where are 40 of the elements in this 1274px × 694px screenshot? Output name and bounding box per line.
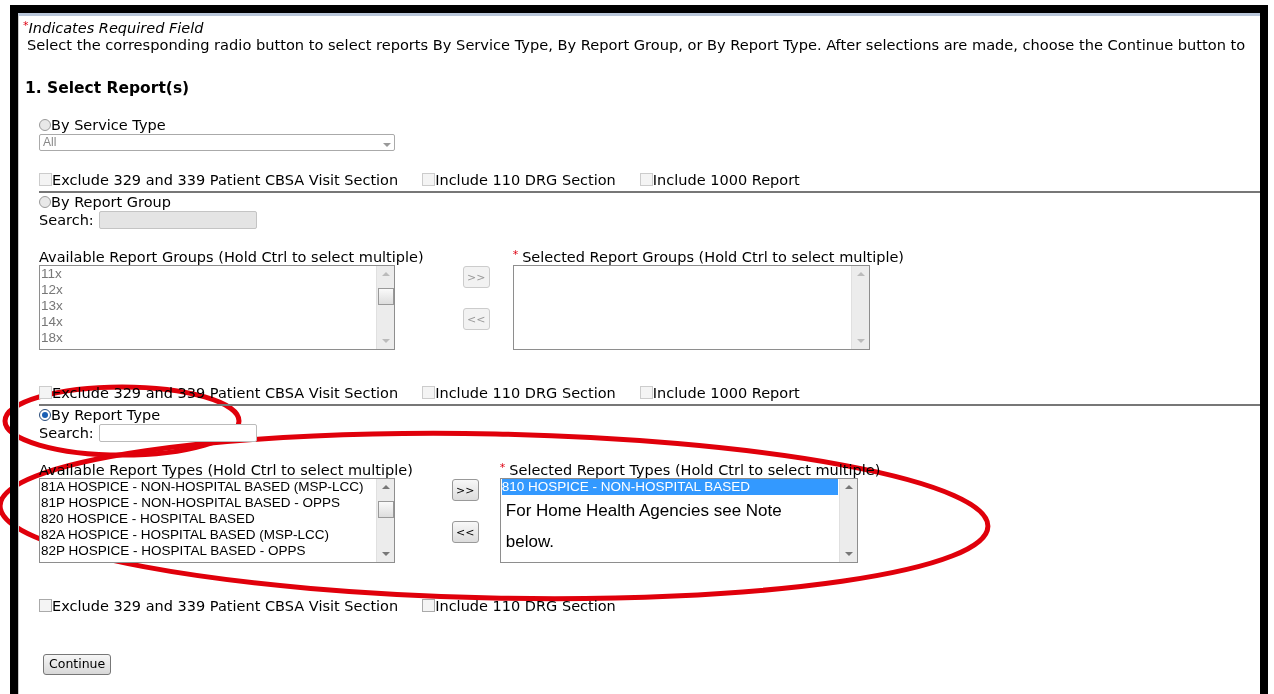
radio-label: By Report Type	[51, 406, 161, 424]
required-marker: *	[499, 462, 506, 477]
list-option[interactable]: 81A HOSPICE - NON-HOSPITAL BASED (MSP-LCC)	[41, 479, 375, 496]
list-option[interactable]: 82A HOSPICE - HOSPITAL BASED (MSP-LCC)	[41, 527, 375, 544]
scrollbar[interactable]	[850, 266, 869, 350]
required-note: Indicates Required Field	[28, 20, 204, 37]
search-field[interactable]	[98, 424, 257, 443]
checkbox-label: Include 1000 Report	[652, 171, 800, 189]
checkbox-label: Include 110 DRG Section	[435, 384, 616, 402]
listbox-label: Available Report Groups (Hold Ctrl to select multiple)	[39, 249, 424, 266]
note-text: For Home Health Agencies see Note below.	[504, 500, 783, 554]
scrollbar[interactable]	[376, 266, 394, 350]
radio-button[interactable]	[39, 409, 51, 422]
report-listbox[interactable]: 810 HOSPICE - NON-HOSPITAL BASED For Home Health Agencies see Note below.	[499, 478, 858, 564]
add-button[interactable]: >>	[451, 479, 479, 502]
checkbox[interactable]	[422, 599, 436, 613]
list-option[interactable]: 82P HOSPICE - HOSPITAL BASED - OPPS	[41, 543, 375, 560]
report-listbox[interactable]: 81A HOSPICE - NON-HOSPITAL BASED (MSP-LCC) 81P HOSPICE - NON-HOSPITAL BASED - OPPS 820 HOSPICE - HOSPITAL BASED 82A HOSPICE - HOSPITAL BASED (MSP-LCC) 82P HOSPICE - HOSPITAL BASED - OPPS	[39, 478, 395, 564]
checkbox-label: Include 110 DRG Section	[435, 597, 616, 615]
remove-button[interactable]: <<	[451, 521, 479, 544]
checkbox[interactable]	[39, 599, 52, 613]
list-option[interactable]: 81P HOSPICE - NON-HOSPITAL BASED - OPPS	[41, 495, 375, 512]
scrollbar[interactable]	[376, 479, 394, 563]
scrollbar[interactable]	[838, 479, 857, 563]
radio-label: By Service Type	[51, 116, 166, 134]
checkbox-label: Include 110 DRG Section	[435, 171, 616, 189]
search-label: Search:	[39, 424, 94, 442]
listbox-label: Selected Report Groups (Hold Ctrl to select multiple)	[522, 249, 904, 266]
radio-label: By Report Group	[51, 193, 171, 211]
instructions-text: Select the corresponding radio button to select reports By Service Type, By Report Group, or By Report Type. After selections are made, choose the Continue button to	[26, 36, 1247, 54]
required-marker: *	[512, 249, 519, 264]
search-label: Search:	[39, 211, 94, 229]
continue-button[interactable]: Continue	[43, 654, 112, 675]
required-marker: *	[23, 20, 29, 34]
checkbox-label: Include 1000 Report	[652, 384, 800, 402]
checkbox-label: Exclude 329 and 339 Patient CBSA Visit Section	[52, 597, 399, 615]
checkbox-label: Exclude 329 and 339 Patient CBSA Visit Section	[52, 171, 399, 189]
report-listbox[interactable]	[512, 265, 870, 351]
list-option[interactable]: 820 HOSPICE - HOSPITAL BASED	[41, 511, 375, 528]
section-heading: 1. Select Report(s)	[25, 80, 191, 99]
